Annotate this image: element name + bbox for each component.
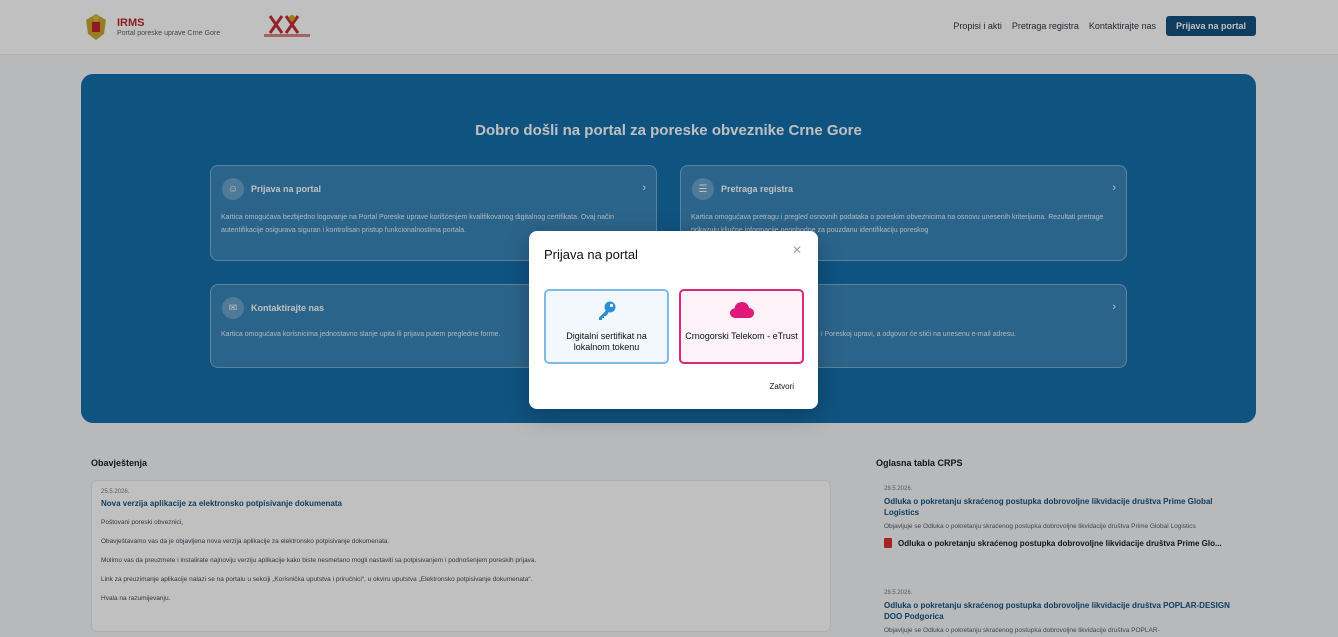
option-local-token[interactable]: Digitalni sertifikat na lokalnom tokenu [544,289,669,364]
modal-title: Prijava na portal [544,247,638,262]
option-etrust[interactable]: Crnogorski Telekom - eTrust [679,289,804,364]
key-icon [598,301,615,320]
close-icon[interactable]: ✕ [792,243,802,257]
cloud-icon [729,302,754,318]
option-label: Crnogorski Telekom - eTrust [685,331,798,341]
close-button[interactable]: Zatvori [770,382,794,391]
login-modal: Prijava na portal ✕ Digitalni sertifikat… [529,231,818,409]
option-label: Digitalni sertifikat na lokalnom tokenu [566,331,647,352]
